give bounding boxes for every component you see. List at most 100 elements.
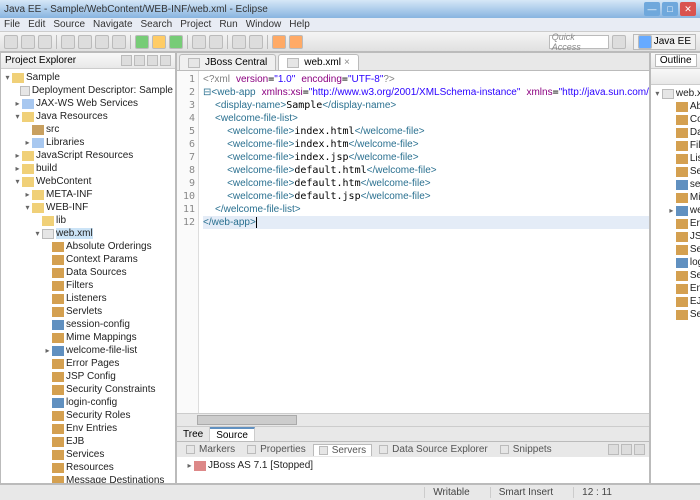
new-package-icon[interactable] bbox=[192, 35, 206, 49]
minimize-button[interactable]: — bbox=[644, 2, 660, 16]
profile-icon[interactable] bbox=[152, 35, 166, 49]
panel-min-icon[interactable] bbox=[621, 444, 632, 455]
open-perspective-icon[interactable] bbox=[612, 35, 626, 49]
tree-node[interactable]: ▸Libraries bbox=[3, 136, 173, 149]
outline-item[interactable]: Env Entries bbox=[653, 282, 700, 295]
tree-tab[interactable]: Tree bbox=[177, 427, 210, 441]
bottom-tab-markers[interactable]: Markers bbox=[181, 444, 240, 455]
toggle-mark-icon[interactable] bbox=[249, 35, 263, 49]
panel-menu-icon[interactable] bbox=[608, 444, 619, 455]
tree-node[interactable]: Security Constraints bbox=[3, 383, 173, 396]
run-icon[interactable] bbox=[95, 35, 109, 49]
outline-item[interactable]: EJB bbox=[653, 295, 700, 308]
quick-access-input[interactable]: Quick Access bbox=[549, 35, 609, 49]
menu-help[interactable]: Help bbox=[289, 19, 310, 30]
forward-icon[interactable] bbox=[289, 35, 303, 49]
outline-item[interactable]: Filters bbox=[653, 139, 700, 152]
outline-item[interactable]: Security Constraints bbox=[653, 243, 700, 256]
outline-tree[interactable]: ▾web.xmlAbsolute OrderingsContext Params… bbox=[651, 85, 700, 483]
tree-node[interactable]: ▸welcome-file-list bbox=[3, 344, 173, 357]
maximize-button[interactable]: □ bbox=[662, 2, 678, 16]
outline-item[interactable]: Listeners bbox=[653, 152, 700, 165]
view-menu-icon[interactable] bbox=[147, 55, 158, 66]
menu-source[interactable]: Source bbox=[53, 19, 85, 30]
tree-node[interactable]: Deployment Descriptor: Sample bbox=[3, 84, 173, 97]
menu-run[interactable]: Run bbox=[219, 19, 237, 30]
tree-node[interactable]: ▸build bbox=[3, 162, 173, 175]
menu-file[interactable]: File bbox=[4, 19, 20, 30]
link-editor-icon[interactable] bbox=[121, 55, 132, 66]
debug-icon[interactable] bbox=[78, 35, 92, 49]
tree-node[interactable]: EJB bbox=[3, 435, 173, 448]
tree-node[interactable]: Error Pages bbox=[3, 357, 173, 370]
project-tree[interactable]: ▾SampleDeployment Descriptor: Sample▸JAX… bbox=[1, 69, 175, 483]
outline-item[interactable]: login-config bbox=[653, 256, 700, 269]
perspective-javaee[interactable]: Java EE bbox=[633, 34, 696, 50]
new-icon[interactable] bbox=[4, 35, 18, 49]
outline-item[interactable]: session-config bbox=[653, 178, 700, 191]
menu-navigate[interactable]: Navigate bbox=[93, 19, 132, 30]
horizontal-scrollbar[interactable] bbox=[177, 413, 649, 426]
editor-tab[interactable]: web.xml × bbox=[278, 54, 359, 70]
tree-node[interactable]: JSP Config bbox=[3, 370, 173, 383]
menu-project[interactable]: Project bbox=[180, 19, 211, 30]
server-item[interactable]: JBoss AS 7.1 [Stopped] bbox=[208, 460, 313, 471]
bottom-tab-data-source-explorer[interactable]: Data Source Explorer bbox=[374, 444, 493, 455]
servers-content[interactable]: ▸JBoss AS 7.1 [Stopped] bbox=[177, 457, 649, 483]
close-tab-icon[interactable]: × bbox=[344, 57, 350, 68]
collapse-all-icon[interactable] bbox=[134, 55, 145, 66]
run-on-server-icon[interactable] bbox=[169, 35, 183, 49]
tree-node[interactable]: Context Params bbox=[3, 253, 173, 266]
outline-item[interactable]: Security Roles bbox=[653, 269, 700, 282]
tree-node[interactable]: ▸JavaScript Resources bbox=[3, 149, 173, 162]
bottom-tab-servers[interactable]: Servers bbox=[313, 444, 372, 456]
tree-node[interactable]: Servlets bbox=[3, 305, 173, 318]
tree-node[interactable]: Env Entries bbox=[3, 422, 173, 435]
tree-node[interactable]: login-config bbox=[3, 396, 173, 409]
save-icon[interactable] bbox=[21, 35, 35, 49]
outline-item[interactable]: Services bbox=[653, 308, 700, 321]
search-icon[interactable] bbox=[232, 35, 246, 49]
minimize-view-icon[interactable] bbox=[160, 55, 171, 66]
menu-window[interactable]: Window bbox=[246, 19, 282, 30]
editor-tab[interactable]: JBoss Central bbox=[179, 54, 276, 70]
tree-node[interactable]: Absolute Orderings bbox=[3, 240, 173, 253]
outline-item[interactable]: Data Sources bbox=[653, 126, 700, 139]
tree-node[interactable]: Filters bbox=[3, 279, 173, 292]
tree-node[interactable]: ▾WEB-INF bbox=[3, 201, 173, 214]
xml-editor[interactable]: 123456789101112 <?xml version="1.0" enco… bbox=[177, 71, 649, 413]
tree-node[interactable]: ▸JAX-WS Web Services bbox=[3, 97, 173, 110]
tree-node[interactable]: src bbox=[3, 123, 173, 136]
tree-node[interactable]: session-config bbox=[3, 318, 173, 331]
tree-node[interactable]: lib bbox=[3, 214, 173, 227]
outline-item[interactable]: Servlets bbox=[653, 165, 700, 178]
tree-node[interactable]: ▸META-INF bbox=[3, 188, 173, 201]
outline-item[interactable]: Error Pages bbox=[653, 217, 700, 230]
outline-item[interactable]: JSP Config bbox=[653, 230, 700, 243]
tree-node[interactable]: ▾web.xml bbox=[3, 227, 173, 240]
panel-max-icon[interactable] bbox=[634, 444, 645, 455]
build-icon[interactable] bbox=[61, 35, 75, 49]
tree-node[interactable]: ▾WebContent bbox=[3, 175, 173, 188]
outline-item[interactable]: Mime Mappings bbox=[653, 191, 700, 204]
code-content[interactable]: <?xml version="1.0" encoding="UTF-8"?> ⊟… bbox=[199, 71, 649, 413]
outline-item[interactable]: Context Params bbox=[653, 113, 700, 126]
back-icon[interactable] bbox=[272, 35, 286, 49]
start-server-icon[interactable] bbox=[135, 35, 149, 49]
outline-item[interactable]: Absolute Orderings bbox=[653, 100, 700, 113]
bottom-tab-snippets[interactable]: Snippets bbox=[495, 444, 557, 455]
close-button[interactable]: ✕ bbox=[680, 2, 696, 16]
tree-node[interactable]: Message Destinations bbox=[3, 474, 173, 483]
tree-node[interactable]: ▾Java Resources bbox=[3, 110, 173, 123]
tree-node[interactable]: Mime Mappings bbox=[3, 331, 173, 344]
tree-node[interactable]: Services bbox=[3, 448, 173, 461]
source-tab[interactable]: Source bbox=[210, 427, 255, 441]
outline-item[interactable]: ▸welcome-file-list bbox=[653, 204, 700, 217]
tree-node[interactable]: Data Sources bbox=[3, 266, 173, 279]
new-class-icon[interactable] bbox=[209, 35, 223, 49]
outline-tab[interactable]: Outline bbox=[655, 54, 697, 67]
tree-node[interactable]: ▾Sample bbox=[3, 71, 173, 84]
tree-node[interactable]: Listeners bbox=[3, 292, 173, 305]
menu-edit[interactable]: Edit bbox=[28, 19, 45, 30]
tree-node[interactable]: Security Roles bbox=[3, 409, 173, 422]
